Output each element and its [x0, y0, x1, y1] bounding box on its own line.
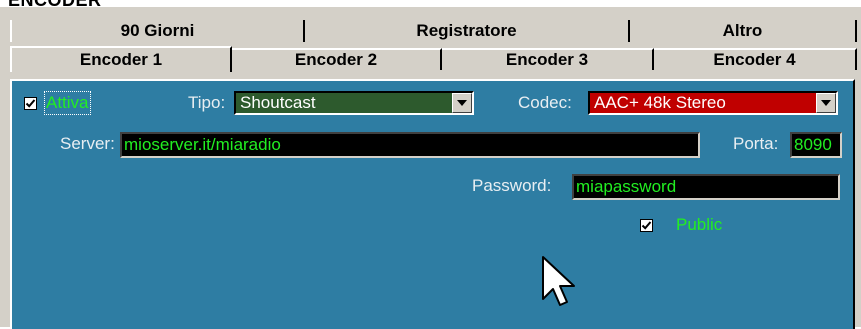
attiva-label[interactable]: Attiva [44, 91, 91, 115]
tab-row-1: 90 Giorni Registratore Altro [0, 20, 861, 44]
codec-select[interactable]: AAC+ 48k Stereo [588, 91, 838, 115]
tab-label: Registratore [416, 21, 517, 40]
tab-label: Encoder 2 [294, 50, 378, 69]
tipo-dropdown-button[interactable] [452, 93, 472, 113]
check-icon [641, 221, 652, 230]
server-input[interactable]: mioserver.it/miaradio [120, 132, 700, 158]
tab-label: Encoder 4 [713, 50, 796, 69]
tipo-select[interactable]: Shoutcast [234, 91, 474, 115]
codec-value: AAC+ 48k Stereo [594, 93, 726, 112]
tab-label: 90 Giorni [120, 21, 195, 40]
attiva-checkbox[interactable] [24, 97, 37, 110]
mouse-pointer-icon [542, 256, 575, 306]
tipo-label: Tipo: [188, 93, 226, 112]
tab-label: Encoder 3 [505, 50, 589, 69]
tab-90-giorni[interactable]: 90 Giorni [10, 20, 305, 42]
tab-encoder-1[interactable]: Encoder 1 [10, 46, 232, 72]
encoder-frame: 90 Giorni Registratore Altro Encoder 1 E… [0, 7, 861, 329]
tipo-value: Shoutcast [240, 93, 316, 112]
tab-registratore[interactable]: Registratore [305, 20, 630, 42]
tab-label: Altro [722, 21, 763, 40]
public-checkbox[interactable] [640, 219, 653, 232]
tab-encoder-4[interactable]: Encoder 4 [654, 48, 857, 70]
password-label: Password: [472, 176, 552, 195]
public-label[interactable]: Public [676, 215, 722, 235]
codec-label: Codec: [518, 93, 572, 112]
porta-label: Porta: [733, 134, 779, 153]
tab-row-2: Encoder 1 Encoder 2 Encoder 3 Encoder 4 [0, 46, 861, 72]
tab-encoder-3[interactable]: Encoder 3 [442, 48, 654, 70]
server-label: Server: [60, 134, 115, 153]
password-input[interactable]: miapassword [572, 174, 840, 200]
chevron-down-icon [821, 100, 831, 106]
check-icon [25, 99, 36, 108]
encoder-panel: Attiva Tipo: Shoutcast Codec: AAC+ 48k S… [10, 79, 855, 329]
codec-dropdown-button[interactable] [816, 93, 836, 113]
chevron-down-icon [457, 100, 467, 106]
tab-encoder-2[interactable]: Encoder 2 [232, 48, 442, 70]
tab-label: Encoder 1 [79, 50, 163, 69]
tab-altro[interactable]: Altro [630, 20, 857, 42]
porta-input[interactable]: 8090 [790, 132, 842, 158]
